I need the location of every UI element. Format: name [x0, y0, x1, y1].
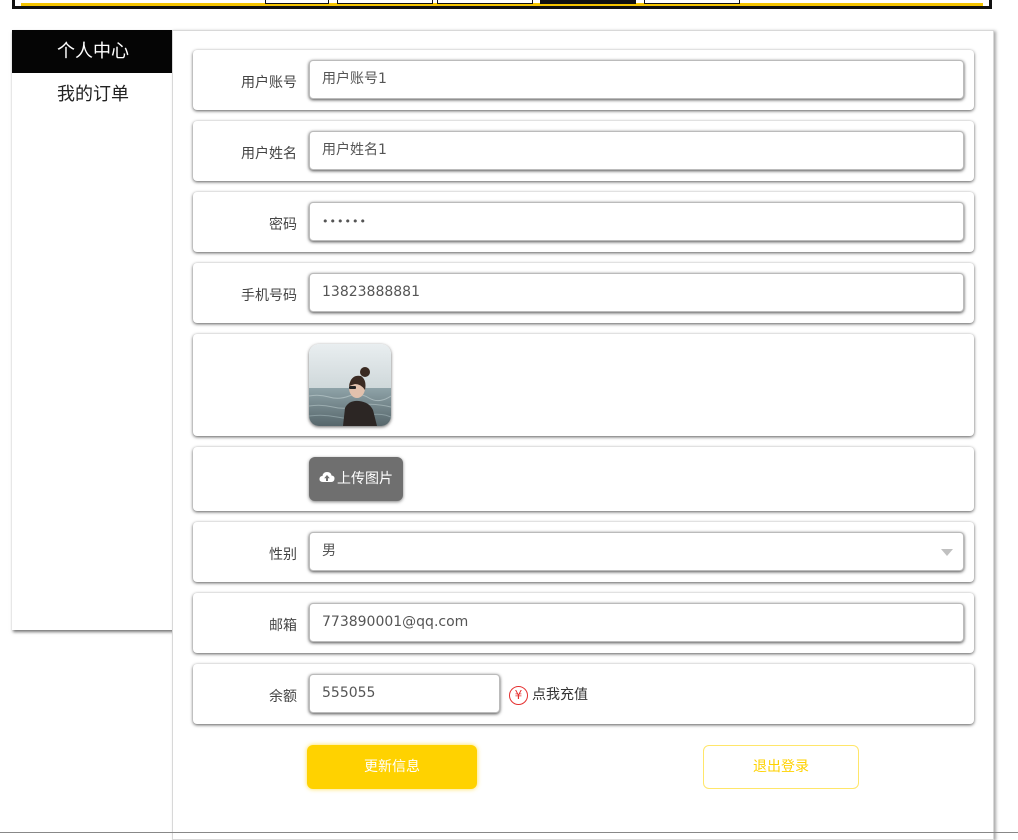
gender-value: 男 [322, 543, 336, 559]
recharge-link[interactable]: ¥ 点我充值 [509, 684, 588, 705]
yen-icon: ¥ [509, 685, 528, 705]
sidebar: 个人中心 我的订单 [12, 30, 174, 630]
update-info-button[interactable]: 更新信息 [307, 745, 477, 789]
password-row: 密码 •••••• [193, 192, 974, 252]
top-nav-tab-5[interactable] [644, 0, 740, 4]
logout-button[interactable]: 退出登录 [703, 745, 859, 789]
phone-row: 手机号码 13823888881 [193, 263, 974, 323]
upload-image-label: 上传图片 [337, 471, 393, 487]
page-bottom-divider [0, 832, 1018, 833]
account-input[interactable]: 用户账号1 [309, 60, 964, 99]
top-nav-tab-2[interactable] [337, 0, 433, 4]
cloud-upload-icon [319, 457, 335, 501]
avatar-image [309, 344, 391, 426]
balance-input[interactable]: 555055 [309, 674, 500, 713]
phone-label: 手机号码 [241, 288, 297, 304]
upload-row: 上传图片 [193, 447, 974, 511]
top-nav-tab-active[interactable] [540, 0, 636, 4]
email-row: 邮箱 773890001@qq.com [193, 593, 974, 653]
sidebar-item-orders[interactable]: 我的订单 [12, 73, 174, 116]
name-input[interactable]: 用户姓名1 [309, 131, 964, 170]
upload-image-button[interactable]: 上传图片 [309, 457, 403, 501]
gender-label: 性别 [269, 547, 297, 563]
gender-select[interactable]: 男 [309, 532, 964, 571]
sidebar-item-profile[interactable]: 个人中心 [12, 30, 174, 73]
top-nav-tab-3[interactable] [437, 0, 533, 4]
balance-row: 余额 555055 ¥ 点我充值 [193, 664, 974, 724]
recharge-label: 点我充值 [532, 687, 588, 703]
gender-row: 性别 男 [193, 522, 974, 582]
account-label: 用户账号 [241, 75, 297, 91]
chevron-down-icon [941, 549, 953, 556]
phone-input[interactable]: 13823888881 [309, 273, 964, 312]
password-label: 密码 [269, 217, 297, 233]
email-label: 邮箱 [269, 618, 297, 634]
top-nav-tab-1[interactable] [265, 0, 329, 4]
name-label: 用户姓名 [241, 146, 297, 162]
profile-panel: 用户账号 用户账号1 用户姓名 用户姓名1 密码 •••••• 手机号码 138… [172, 30, 994, 840]
email-input[interactable]: 773890001@qq.com [309, 603, 964, 642]
name-row: 用户姓名 用户姓名1 [193, 121, 974, 181]
account-row: 用户账号 用户账号1 [193, 50, 974, 110]
avatar-row [193, 334, 974, 436]
password-input[interactable]: •••••• [309, 202, 964, 241]
balance-label: 余额 [269, 689, 297, 705]
